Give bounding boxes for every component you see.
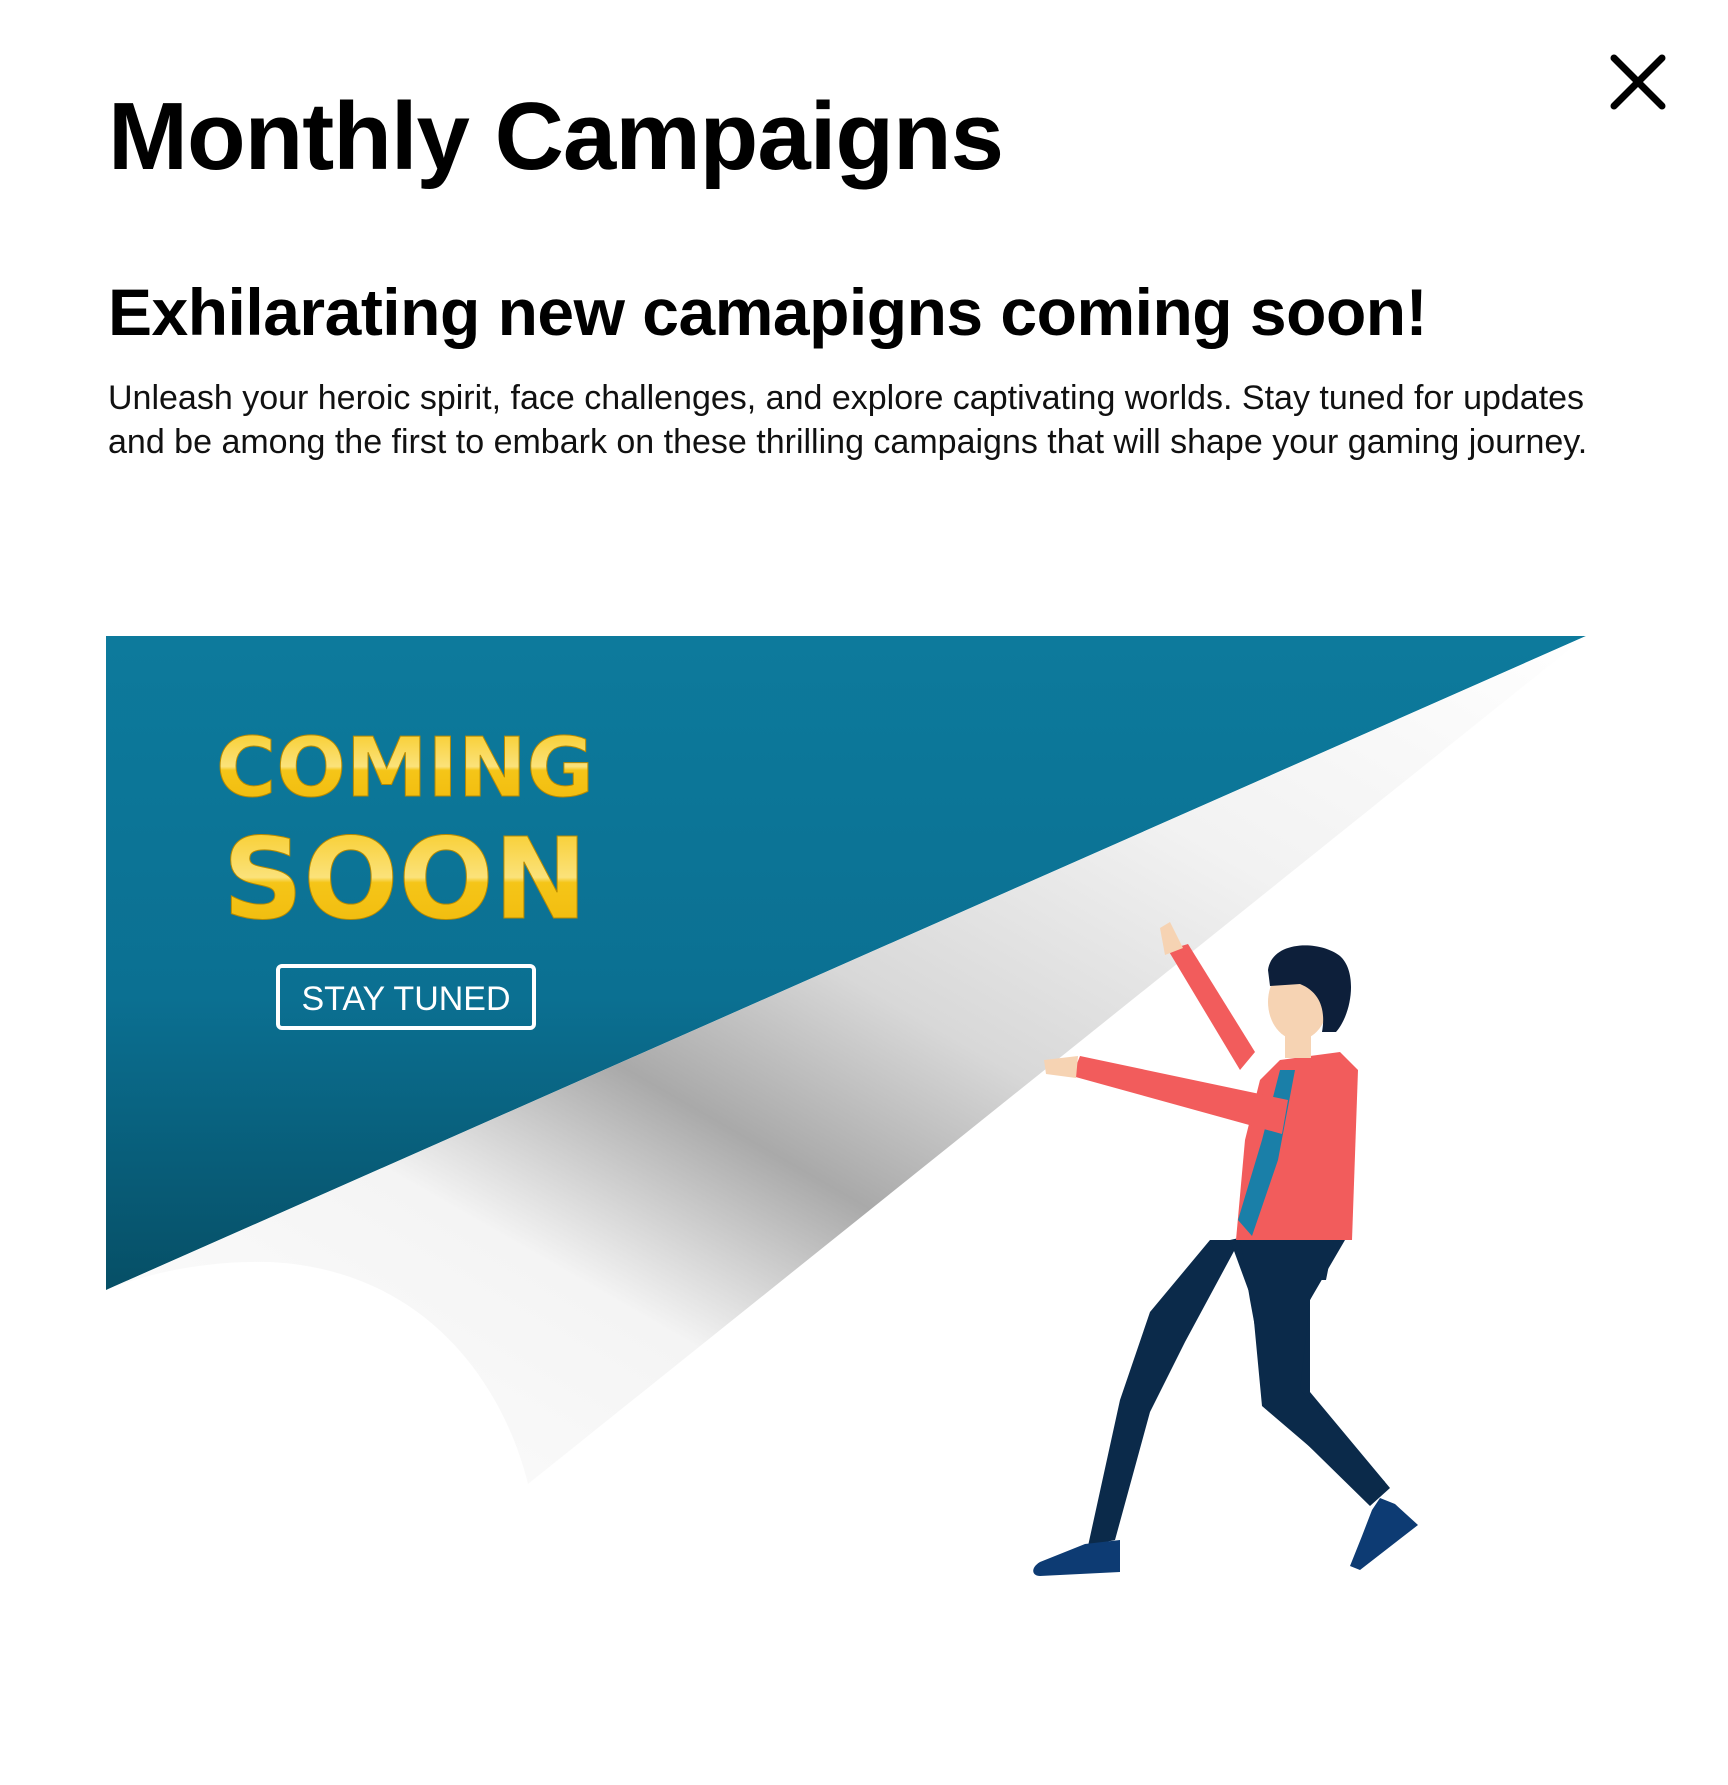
coming-soon-illustration: COMING SOON STAY TUNED xyxy=(0,600,1728,1640)
stay-tuned-label: STAY TUNED xyxy=(301,980,510,1018)
close-button[interactable] xyxy=(1608,52,1668,112)
coming-text: COMING xyxy=(216,721,594,816)
close-icon xyxy=(1610,54,1666,110)
campaigns-modal: Monthly Campaigns Exhilarating new camap… xyxy=(0,0,1728,1785)
modal-title: Monthly Campaigns xyxy=(108,83,1004,190)
campaign-description: Unleash your heroic spirit, face challen… xyxy=(108,379,1588,461)
soon-text: SOON xyxy=(223,815,588,945)
coming-soon-headline: Exhilarating new camapigns coming soon! xyxy=(108,275,1428,349)
coming-soon-banner-graphic: COMING SOON STAY TUNED xyxy=(106,636,1586,1576)
